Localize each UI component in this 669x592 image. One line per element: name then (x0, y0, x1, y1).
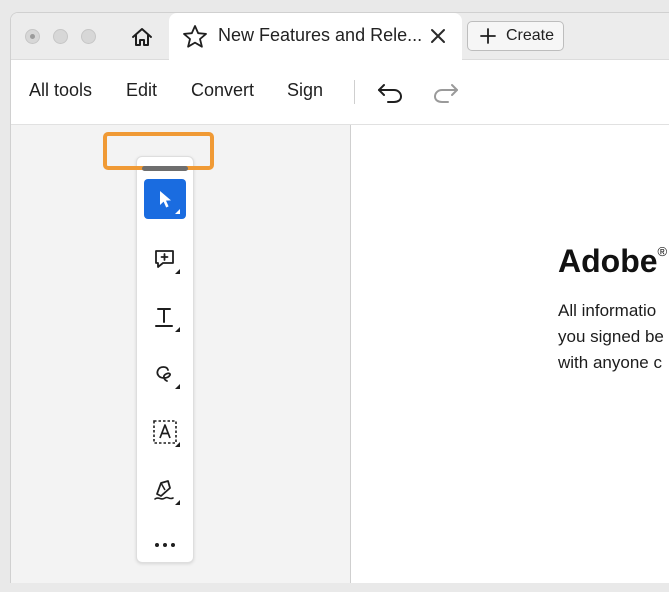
quick-tools-bar (136, 156, 194, 563)
document-text-line: with anyone c (558, 353, 662, 372)
undo-icon[interactable] (375, 78, 405, 106)
document-heading: Adobe® (558, 243, 667, 280)
home-button[interactable] (125, 23, 159, 51)
left-panel (11, 125, 351, 583)
grip-highlight-annotation (103, 132, 214, 170)
main-toolbar: All tools Edit Convert Sign (11, 60, 669, 125)
tool-options-indicator (175, 327, 180, 332)
document-view: Adobe® All informatio you signed be with… (351, 125, 669, 583)
menu-all-tools[interactable]: All tools (29, 80, 92, 101)
sign-tool-button[interactable] (144, 470, 186, 510)
title-bar: New Features and Rele... Create (11, 13, 669, 60)
more-tools-button[interactable] (144, 525, 186, 565)
select-arrow-icon (160, 191, 171, 208)
window-close-control[interactable] (25, 29, 40, 44)
add-comment-tool-button[interactable] (144, 239, 186, 279)
select-tool-button[interactable] (144, 179, 186, 219)
tool-options-indicator (175, 269, 180, 274)
tab-title: New Features and Rele... (218, 25, 423, 45)
text-box-tool-button[interactable] (144, 412, 186, 452)
home-icon (132, 28, 152, 46)
menu-convert[interactable]: Convert (191, 80, 254, 101)
plus-icon (480, 28, 496, 44)
redo-icon[interactable] (431, 78, 461, 106)
tool-options-indicator (175, 500, 180, 505)
document-tab[interactable]: New Features and Rele... (169, 13, 462, 60)
menu-edit[interactable]: Edit (126, 80, 157, 101)
more-icon (155, 543, 175, 547)
close-icon[interactable] (427, 25, 449, 47)
quick-tools-drag-handle[interactable] (142, 166, 188, 171)
window-minimize-control[interactable] (53, 29, 68, 44)
menu-sign[interactable]: Sign (287, 80, 323, 101)
freehand-draw-tool-button[interactable] (144, 354, 186, 394)
tool-options-indicator (175, 384, 180, 389)
registered-mark: ® (657, 244, 668, 259)
create-button-label: Create (506, 27, 555, 44)
document-text-line: you signed be (558, 327, 664, 346)
star-icon[interactable] (182, 24, 208, 49)
document-heading-text: Adobe (558, 243, 658, 279)
text-tool-button[interactable] (144, 297, 186, 337)
app-window: New Features and Rele... Create All tool… (10, 12, 669, 583)
toolbar-divider (354, 80, 355, 104)
tool-options-indicator (175, 209, 180, 214)
window-zoom-control[interactable] (81, 29, 96, 44)
create-button[interactable]: Create (467, 21, 564, 51)
tool-options-indicator (175, 442, 180, 447)
document-text-line: All informatio (558, 301, 657, 320)
